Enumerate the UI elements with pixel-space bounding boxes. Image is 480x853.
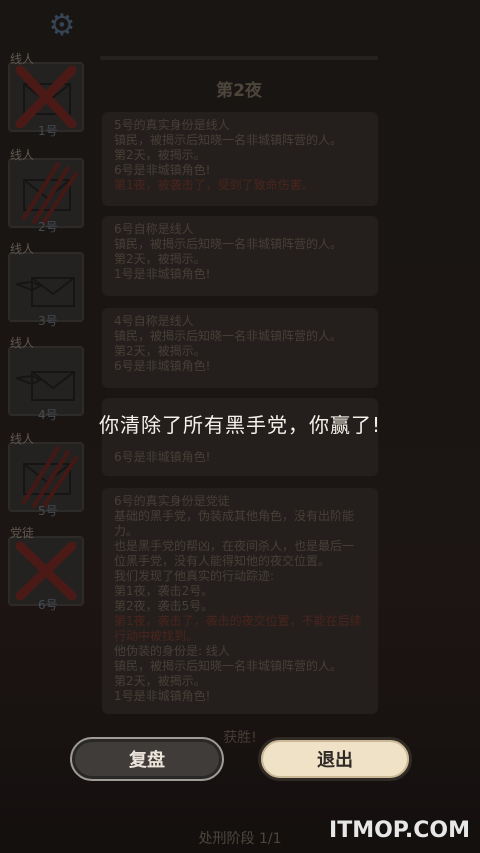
exit-button[interactable]: 退出: [258, 737, 412, 781]
replay-button[interactable]: 复盘: [70, 737, 224, 781]
watermark: ITMOP.COM: [329, 818, 470, 843]
victory-message: 你清除了所有黑手党，你赢了!: [98, 413, 382, 437]
